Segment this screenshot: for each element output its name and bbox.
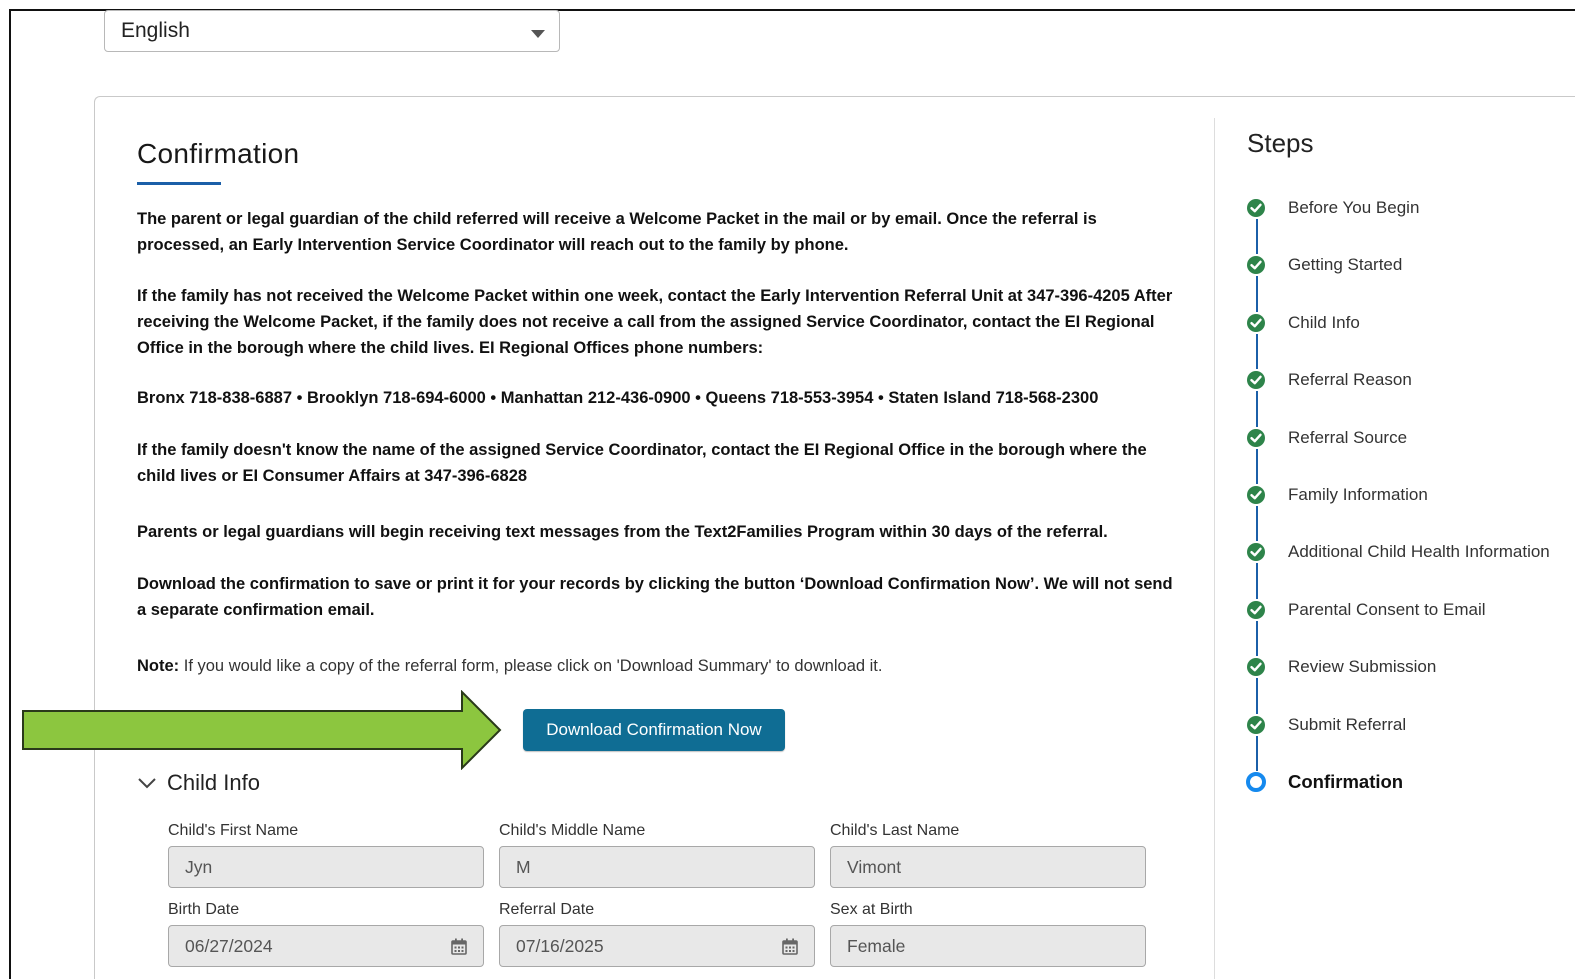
child-info-section-title: Child Info (167, 770, 260, 795)
paragraph-download-instructions: Download the confirmation to save or pri… (137, 575, 1173, 619)
step-label: Before You Begin (1288, 198, 1420, 217)
check-circle-icon (1245, 656, 1267, 678)
step-submit-referral[interactable]: Submit Referral (1245, 713, 1406, 737)
step-label: Parental Consent to Email (1288, 600, 1486, 619)
first-name-label: Child's First Name (168, 822, 299, 839)
caret-down-icon (531, 30, 545, 38)
paragraph-text2families: Parents or legal guardians will begin re… (137, 523, 1108, 541)
steps-divider (1214, 118, 1215, 979)
step-review-submission[interactable]: Review Submission (1245, 655, 1436, 679)
language-select-value: English (121, 19, 190, 42)
step-referral-source[interactable]: Referral Source (1245, 426, 1407, 450)
paragraph-regional-phones: Bronx 718-838-6887 • Brooklyn 718-694-60… (137, 389, 1099, 407)
check-circle-icon (1245, 427, 1267, 449)
paragraph-consumer-affairs: If the family doesn't know the name of t… (137, 441, 1147, 485)
step-referral-reason[interactable]: Referral Reason (1245, 368, 1412, 392)
download-confirmation-button[interactable]: Download Confirmation Now (523, 709, 785, 751)
sex-at-birth-field[interactable]: Female (830, 925, 1146, 967)
first-name-value: Jyn (185, 856, 213, 877)
step-label: Getting Started (1288, 255, 1403, 274)
check-circle-icon (1245, 369, 1267, 391)
last-name-field[interactable]: Vimont (830, 846, 1146, 888)
middle-name-value: M (516, 856, 531, 877)
steps-title: Steps (1247, 128, 1314, 158)
check-circle-icon (1245, 254, 1267, 276)
first-name-field[interactable]: Jyn (168, 846, 484, 888)
step-child-info[interactable]: Child Info (1245, 311, 1360, 335)
step-confirmation[interactable]: Confirmation (1245, 770, 1403, 794)
step-label: Additional Child Health Information (1288, 542, 1550, 561)
calendar-icon[interactable] (782, 938, 798, 955)
current-step-icon (1245, 771, 1267, 793)
last-name-value: Vimont (847, 856, 902, 877)
birth-date-field[interactable]: 06/27/2024 (168, 925, 484, 967)
paragraph-welcome-packet: The parent or legal guardian of the chil… (137, 210, 1097, 254)
note-body: If you would like a copy of the referral… (179, 657, 883, 675)
birth-date-label: Birth Date (168, 901, 240, 918)
step-label: Child Info (1288, 313, 1360, 332)
step-label: Review Submission (1288, 657, 1437, 676)
birth-date-value: 06/27/2024 (185, 935, 273, 956)
check-circle-icon (1245, 312, 1267, 334)
title-underline (137, 182, 221, 185)
check-circle-icon (1245, 197, 1267, 219)
note-label: Note: (137, 657, 180, 675)
middle-name-label: Child's Middle Name (499, 822, 646, 839)
referral-date-field[interactable]: 07/16/2025 (499, 925, 815, 967)
note-text: Note: If you would like a copy of the re… (137, 653, 1182, 679)
sex-at-birth-value: Female (847, 935, 906, 956)
step-additional-child-health-information[interactable]: Additional Child Health Information (1245, 540, 1550, 564)
check-circle-icon (1245, 714, 1267, 736)
step-label: Submit Referral (1288, 715, 1407, 734)
step-label: Referral Source (1288, 428, 1408, 447)
step-label: Referral Reason (1288, 370, 1412, 389)
middle-name-field[interactable]: M (499, 846, 815, 888)
page-title: Confirmation (137, 138, 300, 169)
step-before-you-begin[interactable]: Before You Begin (1245, 196, 1419, 220)
sex-at-birth-label: Sex at Birth (830, 901, 913, 918)
chevron-down-icon (138, 778, 156, 789)
annotation-arrow (22, 690, 502, 770)
step-parental-consent-to-email[interactable]: Parental Consent to Email (1245, 598, 1486, 622)
check-circle-icon (1245, 541, 1267, 563)
paragraph-referral-unit: If the family has not received the Welco… (137, 287, 1173, 357)
check-circle-icon (1245, 484, 1267, 506)
language-select[interactable]: English (104, 10, 560, 52)
check-circle-icon (1245, 599, 1267, 621)
last-name-label: Child's Last Name (830, 822, 960, 839)
referral-date-value: 07/16/2025 (516, 935, 604, 956)
child-info-section-toggle[interactable]: Child Info (137, 770, 260, 796)
calendar-icon[interactable] (451, 938, 467, 955)
step-label: Family Information (1288, 485, 1428, 504)
referral-date-label: Referral Date (499, 901, 595, 918)
step-label: Confirmation (1288, 771, 1404, 792)
step-family-information[interactable]: Family Information (1245, 483, 1428, 507)
step-getting-started[interactable]: Getting Started (1245, 253, 1402, 277)
